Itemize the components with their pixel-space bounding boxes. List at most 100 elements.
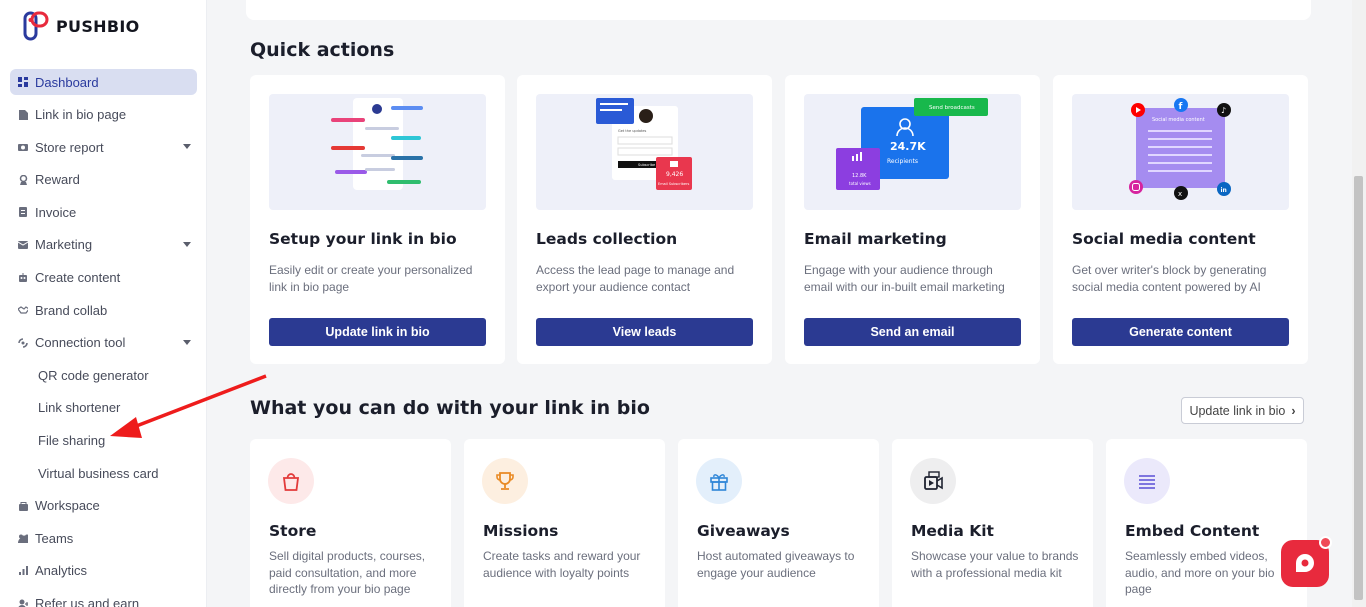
store-icon bbox=[18, 142, 28, 152]
feature-card-embed-content[interactable]: Embed Content Seamlessly embed videos, a… bbox=[1106, 439, 1307, 607]
chat-bubble-icon bbox=[1296, 553, 1314, 572]
email-illustration: 24.7K Recipients Send broadcasts 12.8K t… bbox=[804, 94, 1021, 210]
feature-title: Missions bbox=[483, 522, 559, 540]
social-illustration: Social media content f ♪ x in bbox=[1072, 94, 1289, 210]
quick-action-card-leads: Get the updates Subscribe 9,426 Email Su… bbox=[517, 75, 772, 364]
link-in-bio-illustration bbox=[269, 94, 486, 210]
svg-text:in: in bbox=[1221, 187, 1227, 194]
card-title: Setup your link in bio bbox=[269, 230, 457, 248]
media-kit-icon bbox=[910, 458, 956, 504]
card-title: Social media content bbox=[1072, 230, 1256, 248]
views-label: total views bbox=[849, 181, 871, 186]
robot-icon bbox=[18, 273, 28, 283]
feature-description: Seamlessly embed videos, audio, and more… bbox=[1125, 549, 1275, 596]
sidebar-item-store-report[interactable]: Store report bbox=[10, 134, 197, 160]
feature-title: Store bbox=[269, 522, 317, 540]
feature-description: Create tasks and reward your audience wi… bbox=[483, 549, 641, 580]
broadcast-label: Send broadcasts bbox=[929, 105, 975, 111]
feature-card-missions[interactable]: Missions Create tasks and reward your au… bbox=[464, 439, 665, 607]
recipients-value: 24.7K bbox=[890, 140, 926, 153]
feature-title: Giveaways bbox=[697, 522, 790, 540]
sidebar-item-label: Connection tool bbox=[35, 335, 126, 351]
sidebar-item-teams[interactable]: Teams bbox=[10, 525, 197, 551]
sidebar-item-label: Create content bbox=[35, 270, 121, 286]
subscriber-count: 9,426 bbox=[666, 171, 683, 178]
subscriber-label: Email Subscribers bbox=[658, 182, 689, 186]
features-heading: What you can do with your link in bio bbox=[250, 397, 650, 419]
sidebar-item-label: Dashboard bbox=[35, 74, 99, 90]
sidebar-item-link-in-bio-page[interactable]: Link in bio page bbox=[10, 102, 197, 128]
notification-dot bbox=[1319, 536, 1332, 549]
connection-icon bbox=[18, 337, 28, 348]
feature-title: Media Kit bbox=[911, 522, 994, 540]
card-description: Get over writer's block by generating so… bbox=[1072, 263, 1267, 294]
sidebar-item-invoice[interactable]: Invoice bbox=[10, 199, 197, 225]
svg-text:f: f bbox=[1179, 102, 1183, 112]
button-label: Update link in bio bbox=[1189, 403, 1286, 418]
scrollbar[interactable] bbox=[1352, 0, 1366, 607]
chevron-right-icon: › bbox=[1291, 403, 1296, 418]
feature-card-giveaways[interactable]: Giveaways Host automated giveaways to en… bbox=[678, 439, 879, 607]
views-value: 12.8K bbox=[852, 173, 867, 179]
top-card bbox=[246, 0, 1311, 20]
sidebar-item-analytics[interactable]: Analytics bbox=[10, 558, 197, 584]
quick-actions-heading: Quick actions bbox=[250, 39, 395, 61]
mail-icon bbox=[18, 240, 28, 250]
card-description: Easily edit or create your personalized … bbox=[269, 263, 473, 294]
sidebar-item-label: Link in bio page bbox=[35, 107, 127, 123]
chevron-down-icon[interactable] bbox=[183, 241, 191, 247]
sidebar-item-label: Workspace bbox=[35, 498, 100, 514]
handshake-icon bbox=[18, 305, 28, 315]
subscribe-label: Subscribe bbox=[638, 163, 655, 167]
generate-content-button[interactable]: Generate content bbox=[1072, 318, 1289, 346]
sidebar-item-refer-us-and-earn[interactable]: Refer us and earn bbox=[10, 591, 197, 607]
annotation-arrow bbox=[110, 374, 267, 438]
card-title: Email marketing bbox=[804, 230, 947, 248]
brand-logo[interactable]: PUSHBIO bbox=[22, 11, 139, 41]
teams-icon bbox=[18, 533, 28, 543]
sidebar-item-dashboard[interactable]: Dashboard bbox=[10, 69, 197, 95]
sidebar-item-create-content[interactable]: Create content bbox=[10, 265, 197, 291]
leads-illustration: Get the updates Subscribe 9,426 Email Su… bbox=[536, 94, 753, 210]
sidebar-item-label: Invoice bbox=[35, 204, 77, 220]
card-description: Access the lead page to manage and expor… bbox=[536, 263, 735, 294]
sidebar-item-label: Reward bbox=[35, 172, 80, 188]
feature-title: Embed Content bbox=[1125, 522, 1260, 540]
update-link-in-bio-button[interactable]: Update link in bio bbox=[269, 318, 486, 346]
update-link-in-bio-outline-button[interactable]: Update link in bio › bbox=[1181, 397, 1304, 424]
feature-description: Showcase your value to brands with a pro… bbox=[911, 549, 1079, 580]
analytics-icon bbox=[18, 566, 28, 576]
chevron-down-icon[interactable] bbox=[183, 144, 191, 150]
sidebar-subitem-virtual-business-card[interactable]: Virtual business card bbox=[10, 460, 197, 486]
refer-icon bbox=[18, 599, 28, 607]
social-content-label: Social media content bbox=[1152, 117, 1205, 123]
reward-icon bbox=[18, 174, 28, 185]
sidebar: PUSHBIO Dashboard Link in bio page Store… bbox=[0, 0, 207, 607]
scrollbar-thumb[interactable] bbox=[1354, 176, 1363, 600]
chevron-down-icon[interactable] bbox=[183, 339, 191, 345]
leads-form-title: Get the updates bbox=[618, 129, 647, 133]
svg-text:♪: ♪ bbox=[1221, 106, 1226, 115]
feature-card-media-kit[interactable]: Media Kit Showcase your value to brands … bbox=[892, 439, 1093, 607]
sidebar-item-label: Marketing bbox=[35, 237, 93, 253]
pushbio-logo-icon bbox=[22, 11, 52, 41]
workspace-icon bbox=[18, 501, 28, 511]
feature-description: Sell digital products, courses, paid con… bbox=[269, 549, 426, 596]
sidebar-item-reward[interactable]: Reward bbox=[10, 167, 197, 193]
sidebar-item-label: Teams bbox=[35, 530, 74, 546]
sidebar-item-marketing[interactable]: Marketing bbox=[10, 232, 197, 258]
sidebar-item-connection-tool[interactable]: Connection tool bbox=[10, 330, 197, 356]
recipients-label: Recipients bbox=[887, 158, 918, 165]
sidebar-item-label: Analytics bbox=[35, 563, 88, 579]
card-description: Engage with your audience through email … bbox=[804, 263, 1005, 294]
page-icon bbox=[18, 109, 28, 120]
feature-description: Host automated giveaways to engage your … bbox=[697, 549, 855, 580]
sidebar-item-brand-collab[interactable]: Brand collab bbox=[10, 297, 197, 323]
sidebar-item-workspace[interactable]: Workspace bbox=[10, 493, 197, 519]
card-title: Leads collection bbox=[536, 230, 678, 248]
send-email-button[interactable]: Send an email bbox=[804, 318, 1021, 346]
quick-action-card-social: Social media content f ♪ x in Social med… bbox=[1053, 75, 1308, 364]
view-leads-button[interactable]: View leads bbox=[536, 318, 753, 346]
feature-card-store[interactable]: Store Sell digital products, courses, pa… bbox=[250, 439, 451, 607]
brand-name: PUSHBIO bbox=[56, 16, 140, 36]
